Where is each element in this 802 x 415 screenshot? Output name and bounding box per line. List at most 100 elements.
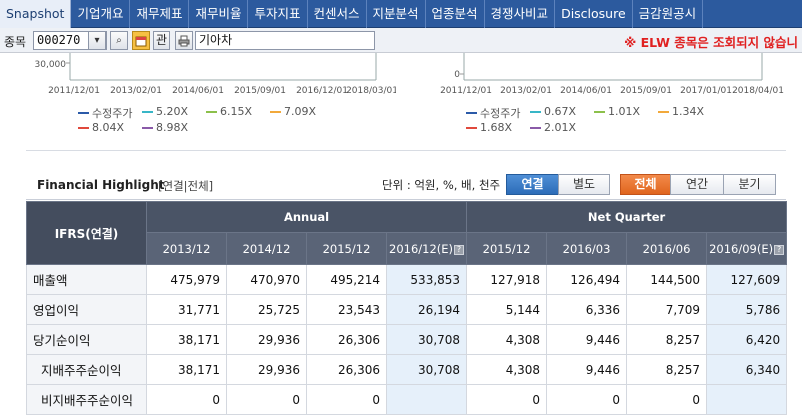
section-scope: [연결|전체] [158,179,214,193]
legend-item[interactable]: 5.20X [142,105,188,118]
table-cell: 0 [546,384,628,415]
table-cell: 4,308 [466,354,548,385]
chevron-down-icon: ▾ [94,35,100,46]
legend-item[interactable]: 8.04X [78,121,124,134]
table-cell [385,384,468,415]
legend-item[interactable]: 수정주가 [466,105,520,121]
column-header: 2015/12 [466,232,548,265]
stock-code-label: 종목 [4,35,27,49]
table-cell: 533,853 [385,264,468,295]
left-xtick: 2016/12/01 [296,86,348,96]
code-dropdown-button[interactable]: ▾ [88,31,106,50]
period-quarter-button[interactable]: 분기 [723,174,776,195]
column-header: 2016/03 [546,232,628,265]
printer-icon [178,35,190,47]
left-xtick: 2015/09/01 [234,86,286,96]
table-cell: 127,918 [466,264,548,295]
top-menu-bar: Snapshot 기업개요 재무제표 재무비율 투자지표 컨센서스 지분분석 업… [0,0,802,28]
right-band-chart: 0 2011/12/01 2013/02/01 2014/06/01 2015/… [420,53,790,149]
table-cell: 126,494 [546,264,628,295]
unit-text: 단위 : 억원, %, 배, 천주 [382,178,501,192]
tab-fss-disclosure[interactable]: 금감원공시 [633,0,704,28]
table-cell: 6,336 [546,294,628,325]
calendar-button[interactable] [132,31,150,50]
section-divider [26,150,786,151]
financial-highlight-table: IFRS(연결) Annual Net Quarter 2013/12 2014… [26,201,788,415]
table-cell: 0 [306,384,387,415]
legend-item[interactable]: 2.01X [530,121,576,134]
table-row: 비지배주주순이익 0 0 0 0 0 0 [26,384,788,415]
search-button[interactable]: ⌕ [110,31,128,50]
row-label[interactable]: 비지배주주순이익 [26,384,147,415]
table-cell: 29,936 [226,354,307,385]
row-label[interactable]: 매출액 [26,264,147,295]
interest-button[interactable]: 관 [153,31,171,50]
period-all-button[interactable]: 전체 [620,174,671,195]
row-label[interactable]: 영업이익 [26,294,147,325]
consolidated-button[interactable]: 연결 [506,174,559,195]
table-top-rule [26,199,786,200]
table-cell: 0 [466,384,548,415]
table-cell: 144,500 [626,264,708,295]
table-row: 지배주주순이익 38,171 29,936 26,306 30,708 4,30… [26,354,788,385]
table-cell: 495,214 [306,264,387,295]
left-band-chart: 30,000 2011/12/01 2013/02/01 2014/06/01 … [26,53,398,149]
right-xtick: 2018/04/01 [732,86,784,96]
tab-ownership[interactable]: 지분분석 [367,0,426,28]
print-button[interactable] [175,31,193,50]
quarter-group-header: Net Quarter [466,201,788,233]
table-cell: 8,257 [626,354,708,385]
legend-item[interactable]: 1.01X [594,105,640,118]
legend-item[interactable]: 7.09X [270,105,316,118]
right-xtick: 2015/09/01 [620,86,672,96]
annual-group-header: Annual [145,201,468,233]
left-ytick-label: 30,000 [35,60,67,70]
table-cell: 30,708 [385,354,468,385]
table-cell: 6,420 [706,324,788,355]
table-cell: 5,144 [466,294,548,325]
legend-item[interactable]: 1.68X [466,121,512,134]
table-cell: 25,725 [226,294,307,325]
legend-item[interactable]: 6.15X [206,105,252,118]
tab-financial-statements[interactable]: 재무제표 [130,0,190,28]
left-xtick: 2014/06/01 [172,86,224,96]
tab-investment-indicators[interactable]: 투자지표 [248,0,308,28]
table-row: 당기순이익 38,171 29,936 26,306 30,708 4,308 … [26,324,788,355]
right-xtick: 2014/06/01 [560,86,612,96]
column-header: 2016/06 [626,232,708,265]
row-label[interactable]: 당기순이익 [26,324,147,355]
column-header: 2015/12 [306,232,387,265]
right-xtick: 2013/02/01 [500,86,552,96]
tab-consensus[interactable]: 컨센서스 [308,0,367,28]
estimate-help-icon[interactable]: ? [454,244,465,255]
row-label[interactable]: 지배주주순이익 [26,354,147,385]
company-name-field[interactable]: 기아차 [195,31,375,50]
tab-company-overview[interactable]: 기업개요 [71,0,131,28]
table-row: 영업이익 31,771 25,725 23,543 26,194 5,144 6… [26,294,788,325]
calendar-icon [135,36,147,47]
left-xtick: 2011/12/01 [48,86,100,96]
legend-item[interactable]: 8.98X [142,121,188,134]
separate-button[interactable]: 별도 [558,174,610,195]
tab-industry-analysis[interactable]: 업종분석 [426,0,485,28]
table-cell: 9,446 [546,324,628,355]
legend-item[interactable]: 수정주가 [78,105,132,121]
table-cell: 38,171 [146,324,227,355]
estimate-help-icon[interactable]: ? [774,244,785,255]
tab-financial-ratios[interactable]: 재무비율 [189,0,249,28]
tab-disclosure[interactable]: Disclosure [555,0,633,28]
period-annual-button[interactable]: 연간 [670,174,724,195]
legend-item[interactable]: 1.34X [658,105,704,118]
table-cell: 38,171 [146,354,227,385]
table-cell: 475,979 [146,264,227,295]
tab-snapshot[interactable]: Snapshot [0,0,72,28]
table-cell: 6,340 [706,354,788,385]
legend-item[interactable]: 0.67X [530,105,576,118]
table-cell: 4,308 [466,324,548,355]
left-chart-legend: 수정주가 5.20X 6.15X 7.09X 8.04X 8.98X [78,105,378,139]
tab-peer-comparison[interactable]: 경쟁사비교 [485,0,556,28]
search-icon: ⌕ [116,35,122,46]
left-xtick: 2018/03/01 [346,86,396,96]
table-cell: 29,936 [226,324,307,355]
right-xtick: 2017/01/01 [680,86,732,96]
